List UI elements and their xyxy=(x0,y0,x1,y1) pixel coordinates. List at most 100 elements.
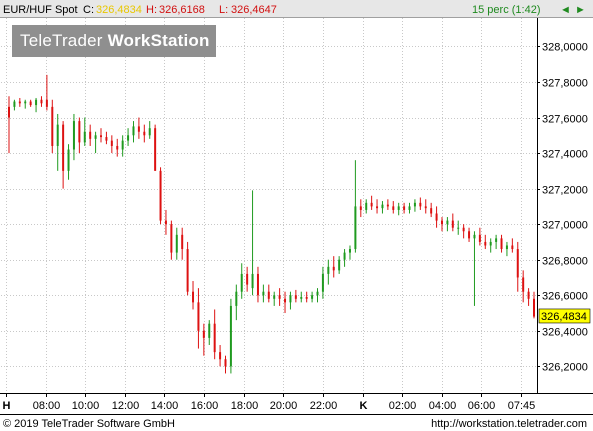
candle-body xyxy=(154,128,157,171)
candle-body xyxy=(45,99,48,107)
logo-part2: WorkStation xyxy=(107,31,210,50)
candle-body xyxy=(229,305,232,367)
candle-body xyxy=(110,140,113,146)
candle-body xyxy=(267,291,270,299)
y-tick-label: 327,0000 xyxy=(542,220,588,232)
candle-body xyxy=(170,224,173,253)
x-tick-label: 22:00 xyxy=(310,400,338,412)
candle-body xyxy=(127,135,130,141)
candle-body xyxy=(446,220,449,225)
candle-body xyxy=(413,202,416,207)
candle-body xyxy=(522,277,525,292)
footer-url[interactable]: http://workstation.teletrader.com xyxy=(431,418,587,430)
candle-body xyxy=(392,206,395,210)
candle-body xyxy=(29,101,32,106)
candle-body xyxy=(343,252,346,260)
candle-body xyxy=(533,298,535,317)
y-axis: 326,2000 326,4000 326,6000 326,8000 327,0000… xyxy=(537,42,588,374)
candle-body xyxy=(208,323,211,338)
candle-body xyxy=(468,231,471,239)
nav-next-icon[interactable]: ► xyxy=(575,4,586,16)
candle-body xyxy=(278,295,281,299)
footer-copyright: © 2019 TeleTrader Software GmbH xyxy=(3,418,175,430)
candle-body xyxy=(316,291,319,296)
logo-part1: TeleTrader xyxy=(20,31,103,50)
candle-body xyxy=(56,124,59,146)
candle-body xyxy=(78,121,81,143)
candle-body xyxy=(164,220,167,225)
y-tick-label: 327,4000 xyxy=(542,149,588,161)
candle-body xyxy=(121,140,124,150)
candle-body xyxy=(284,298,287,303)
candle-body xyxy=(527,291,530,299)
x-tick-label: 02:00 xyxy=(389,400,417,412)
candle-body xyxy=(181,234,184,250)
candle-body xyxy=(246,273,249,285)
candle-body xyxy=(159,170,162,221)
y-tick-label: 326,6000 xyxy=(542,291,588,303)
candle-body xyxy=(332,266,335,271)
y-tick-label: 326,4000 xyxy=(542,327,588,339)
candle-body xyxy=(213,323,216,353)
y-tick-label: 327,6000 xyxy=(542,114,588,126)
nav-prev-icon[interactable]: ◄ xyxy=(560,4,571,16)
candle-body xyxy=(311,295,314,299)
candle-body xyxy=(305,297,308,299)
candle-body xyxy=(116,145,119,150)
candle-body xyxy=(62,124,65,171)
candle-body xyxy=(262,291,265,296)
candle-body xyxy=(495,238,498,242)
candle-body xyxy=(18,101,21,104)
candle-body xyxy=(430,208,433,214)
candle-body xyxy=(202,330,205,338)
candle-body xyxy=(321,273,324,292)
candle-body xyxy=(403,206,406,210)
y-tick-label: 326,8000 xyxy=(542,256,588,268)
header-low-value: 326,4647 xyxy=(231,4,277,16)
candle-body xyxy=(327,266,330,274)
x-tick-label: 10:00 xyxy=(72,400,100,412)
x-tick-label: 16:00 xyxy=(191,400,219,412)
candle-body xyxy=(424,206,427,209)
candle-body xyxy=(408,206,411,210)
candle-body xyxy=(219,352,222,360)
candle-body xyxy=(192,291,195,303)
y-tick-label: 328,0000 xyxy=(542,42,588,54)
candle-body xyxy=(365,202,368,210)
header-high-prefix: H: xyxy=(146,4,157,16)
candle-body xyxy=(338,259,341,271)
candle-body xyxy=(370,202,373,207)
plot-area xyxy=(1,18,537,393)
x-axis: H 08:00 10:00 12:00 14:00 16:00 18:00 20:00 22:0… xyxy=(3,393,535,412)
candle-body xyxy=(473,234,476,239)
candle-body xyxy=(462,227,465,232)
header-close-value: 326,4834 xyxy=(96,4,142,16)
candle-body xyxy=(224,359,227,367)
x-tick-label: 20:00 xyxy=(270,400,298,412)
y-tick-label: 327,8000 xyxy=(542,78,588,90)
candle-body xyxy=(451,220,454,228)
candle-body xyxy=(100,135,103,138)
candle-body xyxy=(35,99,38,106)
candle-body xyxy=(478,234,481,242)
candle-body xyxy=(67,149,70,171)
candle-body xyxy=(143,131,146,136)
teletrader-logo: TeleTrader WorkStation xyxy=(12,25,216,57)
header-high-value: 326,6168 xyxy=(159,4,205,16)
candle-body xyxy=(354,206,357,250)
x-tick-label: 12:00 xyxy=(112,400,140,412)
candle-body xyxy=(240,273,243,292)
candle-body xyxy=(511,245,514,250)
candle-body xyxy=(72,121,75,150)
candle-body xyxy=(457,227,460,229)
candle-body xyxy=(132,126,135,136)
candle-body xyxy=(105,137,108,141)
x-tick-label: 18:00 xyxy=(231,400,259,412)
candle-body xyxy=(489,241,492,246)
candle-body xyxy=(251,273,254,289)
candle-body xyxy=(440,220,443,225)
candle-body xyxy=(51,106,54,146)
candlestick-chart: EUR/HUF Spot C: 326,4834 H: 326,6168 L: … xyxy=(0,0,593,430)
x-tick-label: 08:00 xyxy=(33,400,61,412)
header-interval: 15 perc (1:42) xyxy=(472,4,540,16)
